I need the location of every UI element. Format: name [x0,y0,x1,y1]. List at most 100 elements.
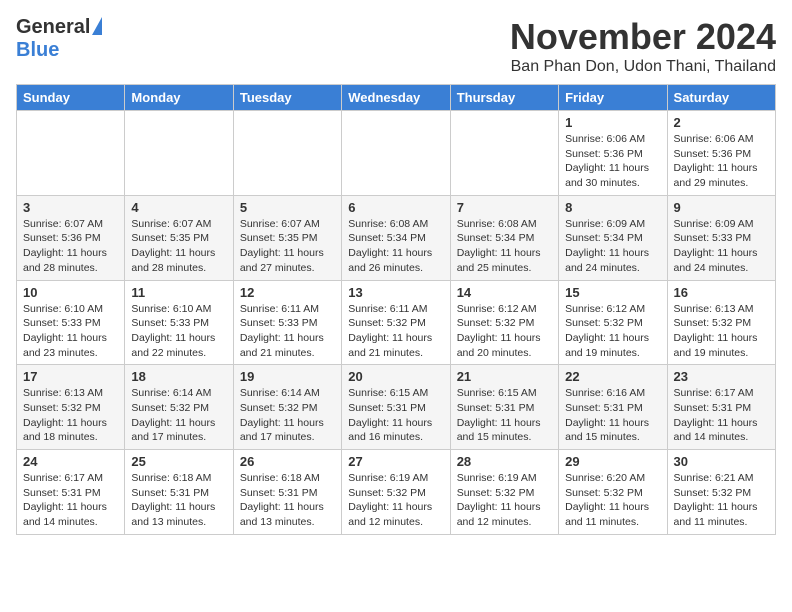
day-info: Sunrise: 6:07 AM Sunset: 5:35 PM Dayligh… [240,217,335,276]
day-number: 25 [131,454,226,469]
title-section: November 2024 Ban Phan Don, Udon Thani, … [510,16,776,76]
calendar-cell: 15 Sunrise: 6:12 AM Sunset: 5:32 PM Dayli… [559,280,667,365]
day-info: Sunrise: 6:11 AM Sunset: 5:33 PM Dayligh… [240,302,335,361]
calendar-cell: 17 Sunrise: 6:13 AM Sunset: 5:32 PM Dayli… [17,365,125,450]
day-number: 2 [674,115,769,130]
day-number: 6 [348,200,443,215]
weekday-header: Tuesday [233,85,341,111]
day-number: 30 [674,454,769,469]
calendar-table: SundayMondayTuesdayWednesdayThursdayFrid… [16,84,776,535]
logo-blue: Blue [16,39,59,62]
day-info: Sunrise: 6:07 AM Sunset: 5:35 PM Dayligh… [131,217,226,276]
calendar-cell: 26 Sunrise: 6:18 AM Sunset: 5:31 PM Dayli… [233,450,341,535]
logo-general: General [16,16,90,39]
calendar-cell: 5Sunrise: 6:07 AM Sunset: 5:35 PM Daylig… [233,195,341,280]
calendar-cell: 18 Sunrise: 6:14 AM Sunset: 5:32 PM Dayli… [125,365,233,450]
calendar-cell [125,111,233,196]
day-info: Sunrise: 6:08 AM Sunset: 5:34 PM Dayligh… [348,217,443,276]
day-number: 10 [23,285,118,300]
calendar-cell: 7 Sunrise: 6:08 AM Sunset: 5:34 PM Daylig… [450,195,558,280]
day-info: Sunrise: 6:10 AM Sunset: 5:33 PM Dayligh… [131,302,226,361]
day-number: 26 [240,454,335,469]
day-number: 9 [674,200,769,215]
calendar-cell: 6 Sunrise: 6:08 AM Sunset: 5:34 PM Daylig… [342,195,450,280]
day-number: 20 [348,369,443,384]
location: Ban Phan Don, Udon Thani, Thailand [510,58,776,76]
calendar-week-row: 3 Sunrise: 6:07 AM Sunset: 5:36 PM Daylig… [17,195,776,280]
day-info: Sunrise: 6:15 AM Sunset: 5:31 PM Dayligh… [457,386,552,445]
day-info: Sunrise: 6:09 AM Sunset: 5:34 PM Dayligh… [565,217,660,276]
calendar-header-row: SundayMondayTuesdayWednesdayThursdayFrid… [17,85,776,111]
day-info: Sunrise: 6:16 AM Sunset: 5:31 PM Dayligh… [565,386,660,445]
weekday-header: Saturday [667,85,775,111]
calendar-cell: 1 Sunrise: 6:06 AM Sunset: 5:36 PM Daylig… [559,111,667,196]
day-info: Sunrise: 6:18 AM Sunset: 5:31 PM Dayligh… [240,471,335,530]
calendar-cell [17,111,125,196]
day-number: 28 [457,454,552,469]
calendar-cell: 20Sunrise: 6:15 AM Sunset: 5:31 PM Dayli… [342,365,450,450]
calendar-cell: 16 Sunrise: 6:13 AM Sunset: 5:32 PM Dayli… [667,280,775,365]
calendar-week-row: 10 Sunrise: 6:10 AM Sunset: 5:33 PM Dayli… [17,280,776,365]
day-number: 16 [674,285,769,300]
calendar-cell: 30 Sunrise: 6:21 AM Sunset: 5:32 PM Dayli… [667,450,775,535]
calendar-cell [342,111,450,196]
calendar-cell: 11 Sunrise: 6:10 AM Sunset: 5:33 PM Dayli… [125,280,233,365]
calendar-cell: 2 Sunrise: 6:06 AM Sunset: 5:36 PM Daylig… [667,111,775,196]
calendar-cell: 10 Sunrise: 6:10 AM Sunset: 5:33 PM Dayli… [17,280,125,365]
day-number: 27 [348,454,443,469]
day-info: Sunrise: 6:09 AM Sunset: 5:33 PM Dayligh… [674,217,769,276]
day-info: Sunrise: 6:12 AM Sunset: 5:32 PM Dayligh… [457,302,552,361]
day-number: 17 [23,369,118,384]
calendar-week-row: 1 Sunrise: 6:06 AM Sunset: 5:36 PM Daylig… [17,111,776,196]
day-info: Sunrise: 6:07 AM Sunset: 5:36 PM Dayligh… [23,217,118,276]
calendar-cell: 28 Sunrise: 6:19 AM Sunset: 5:32 PM Dayli… [450,450,558,535]
day-info: Sunrise: 6:13 AM Sunset: 5:32 PM Dayligh… [674,302,769,361]
day-number: 18 [131,369,226,384]
day-number: 19 [240,369,335,384]
day-info: Sunrise: 6:20 AM Sunset: 5:32 PM Dayligh… [565,471,660,530]
day-info: Sunrise: 6:21 AM Sunset: 5:32 PM Dayligh… [674,471,769,530]
calendar-cell [450,111,558,196]
day-number: 12 [240,285,335,300]
calendar-week-row: 17 Sunrise: 6:13 AM Sunset: 5:32 PM Dayli… [17,365,776,450]
calendar-cell: 12 Sunrise: 6:11 AM Sunset: 5:33 PM Dayli… [233,280,341,365]
calendar-cell: 27 Sunrise: 6:19 AM Sunset: 5:32 PM Dayli… [342,450,450,535]
page-header: General Blue November 2024 Ban Phan Don,… [16,16,776,76]
calendar-cell: 25 Sunrise: 6:18 AM Sunset: 5:31 PM Dayli… [125,450,233,535]
day-info: Sunrise: 6:10 AM Sunset: 5:33 PM Dayligh… [23,302,118,361]
logo: General Blue [16,16,102,62]
day-number: 23 [674,369,769,384]
day-info: Sunrise: 6:06 AM Sunset: 5:36 PM Dayligh… [674,132,769,191]
calendar-week-row: 24 Sunrise: 6:17 AM Sunset: 5:31 PM Dayli… [17,450,776,535]
calendar-cell: 19 Sunrise: 6:14 AM Sunset: 5:32 PM Dayli… [233,365,341,450]
day-number: 4 [131,200,226,215]
day-number: 29 [565,454,660,469]
day-info: Sunrise: 6:12 AM Sunset: 5:32 PM Dayligh… [565,302,660,361]
day-info: Sunrise: 6:11 AM Sunset: 5:32 PM Dayligh… [348,302,443,361]
day-number: 3 [23,200,118,215]
day-number: 1 [565,115,660,130]
day-info: Sunrise: 6:18 AM Sunset: 5:31 PM Dayligh… [131,471,226,530]
month-title: November 2024 [510,16,776,58]
day-number: 7 [457,200,552,215]
day-info: Sunrise: 6:17 AM Sunset: 5:31 PM Dayligh… [23,471,118,530]
day-info: Sunrise: 6:06 AM Sunset: 5:36 PM Dayligh… [565,132,660,191]
calendar-cell: 8Sunrise: 6:09 AM Sunset: 5:34 PM Daylig… [559,195,667,280]
day-number: 21 [457,369,552,384]
day-info: Sunrise: 6:08 AM Sunset: 5:34 PM Dayligh… [457,217,552,276]
day-info: Sunrise: 6:14 AM Sunset: 5:32 PM Dayligh… [131,386,226,445]
weekday-header: Wednesday [342,85,450,111]
calendar-cell: 9 Sunrise: 6:09 AM Sunset: 5:33 PM Daylig… [667,195,775,280]
calendar-cell: 24 Sunrise: 6:17 AM Sunset: 5:31 PM Dayli… [17,450,125,535]
day-info: Sunrise: 6:14 AM Sunset: 5:32 PM Dayligh… [240,386,335,445]
day-number: 13 [348,285,443,300]
day-info: Sunrise: 6:13 AM Sunset: 5:32 PM Dayligh… [23,386,118,445]
day-info: Sunrise: 6:17 AM Sunset: 5:31 PM Dayligh… [674,386,769,445]
day-info: Sunrise: 6:19 AM Sunset: 5:32 PM Dayligh… [348,471,443,530]
calendar-cell: 21 Sunrise: 6:15 AM Sunset: 5:31 PM Dayli… [450,365,558,450]
day-info: Sunrise: 6:19 AM Sunset: 5:32 PM Dayligh… [457,471,552,530]
day-number: 15 [565,285,660,300]
day-number: 24 [23,454,118,469]
day-number: 11 [131,285,226,300]
calendar-cell: 14Sunrise: 6:12 AM Sunset: 5:32 PM Dayli… [450,280,558,365]
